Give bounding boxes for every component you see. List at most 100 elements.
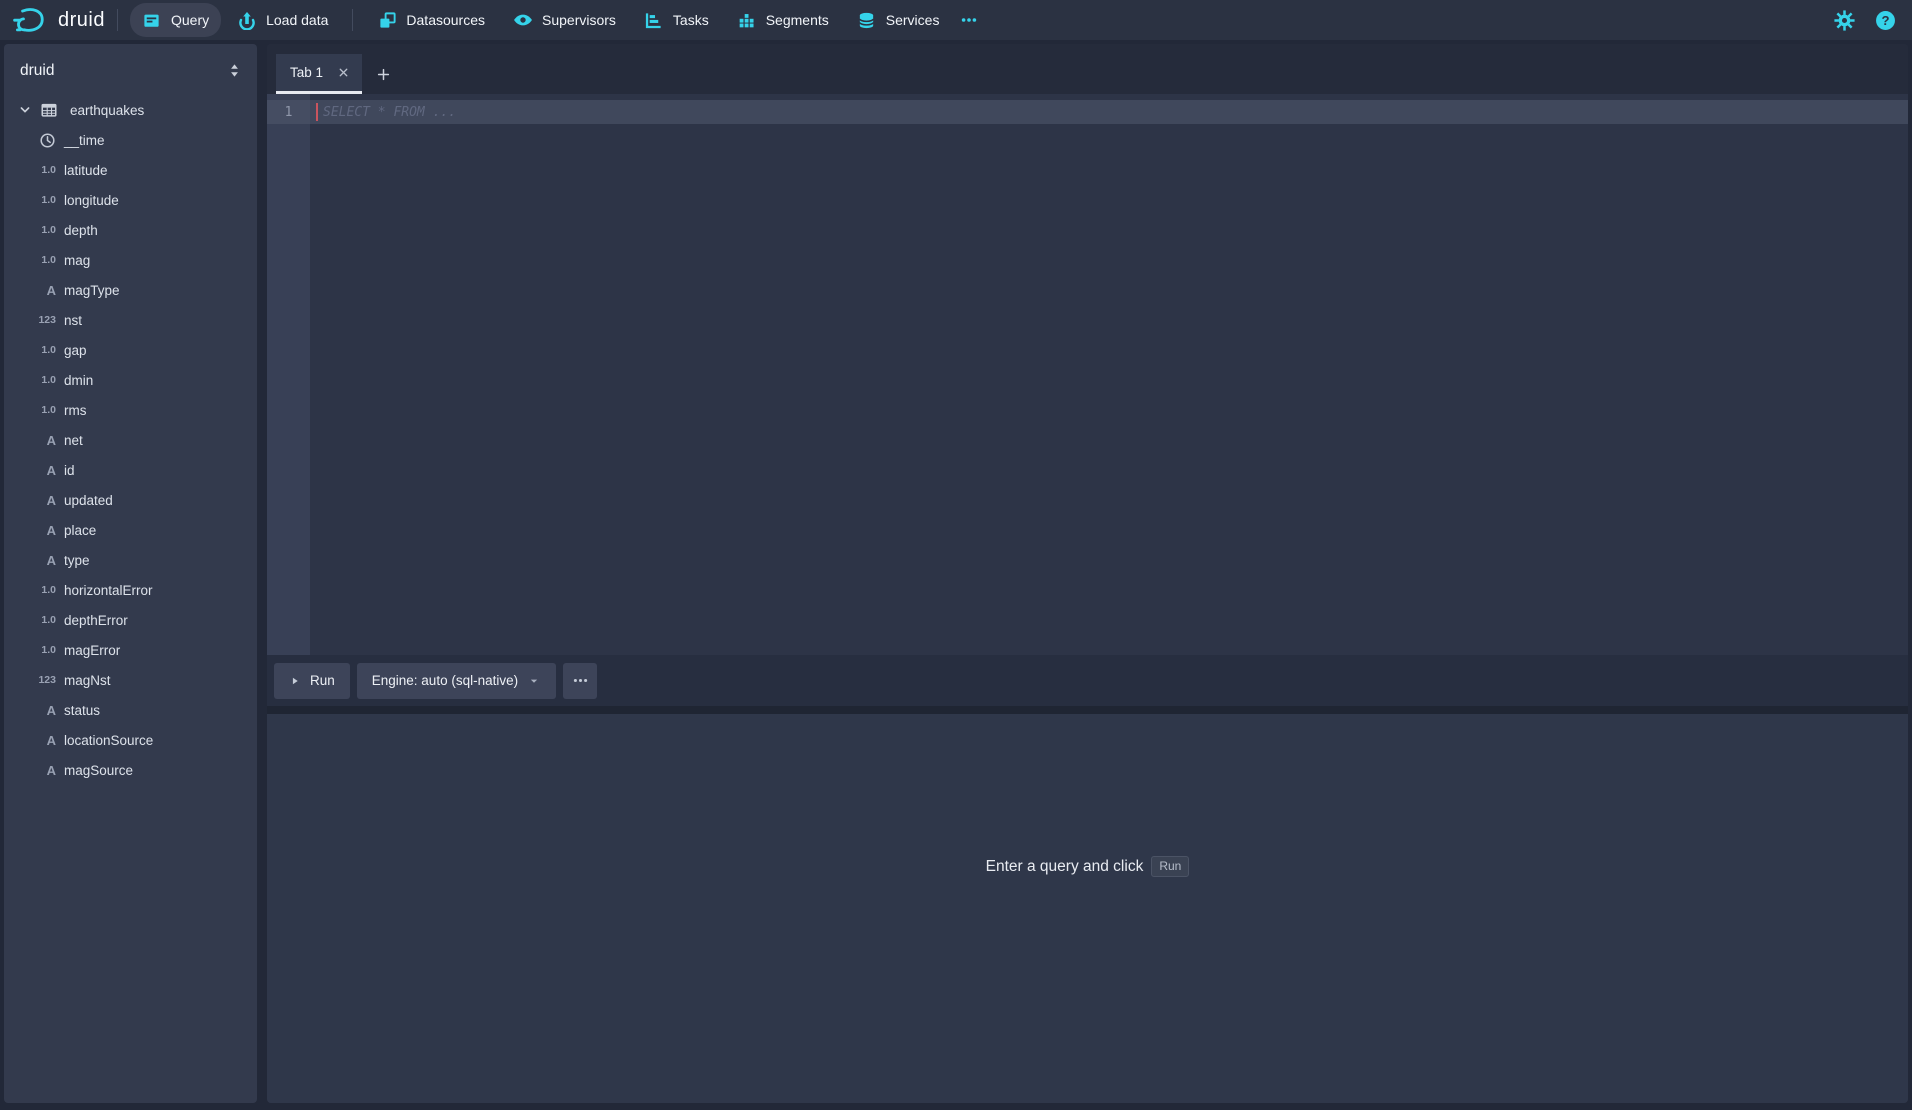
nav-item-segments[interactable]: Segments xyxy=(725,3,841,37)
nav-items-primary: QueryLoad data xyxy=(130,3,340,37)
more-menu-button[interactable] xyxy=(957,8,981,32)
nav-item-supervisors[interactable]: Supervisors xyxy=(501,3,628,37)
help-button[interactable]: ? xyxy=(1873,8,1898,33)
column-name: depthError xyxy=(64,613,128,628)
upload-icon xyxy=(237,10,257,30)
type-badge-float: 1.0 xyxy=(36,614,56,626)
nav-right-controls: ? xyxy=(1832,8,1898,33)
content-area: druid xyxy=(0,40,1912,1110)
column-item-magNst[interactable]: 123magNst xyxy=(4,665,257,695)
column-item-latitude[interactable]: 1.0 latitude xyxy=(4,155,257,185)
schema-title: druid xyxy=(20,62,54,80)
type-badge-string: A xyxy=(36,703,56,718)
table-name: earthquakes xyxy=(70,103,144,118)
column-item-__time[interactable]: __time xyxy=(4,125,257,155)
nav-item-datasources[interactable]: Datasources xyxy=(365,3,497,37)
column-name: nst xyxy=(64,313,82,328)
add-tab-button[interactable] xyxy=(362,54,404,94)
column-name: mag xyxy=(64,253,90,268)
results-panel: Enter a query and click Run xyxy=(267,714,1908,1103)
nav-items-secondary: DatasourcesSupervisorsTasksSegmentsServi… xyxy=(365,3,951,37)
type-badge-long: 123 xyxy=(36,674,56,686)
column-item-rms[interactable]: 1.0rms xyxy=(4,395,257,425)
query-workbench: Tab 1 1 SELECT * FROM ... xyxy=(267,44,1908,1103)
column-name: magError xyxy=(64,643,120,658)
gear-icon xyxy=(1834,10,1855,31)
run-button-label: Run xyxy=(310,673,335,688)
ellipsis-icon xyxy=(572,672,589,689)
column-item-magSource[interactable]: AmagSource xyxy=(4,755,257,785)
query-more-button[interactable] xyxy=(563,663,597,699)
column-item-mag[interactable]: 1.0 mag xyxy=(4,245,257,275)
panel-splitter[interactable] xyxy=(267,706,1908,714)
nav-item-tasks[interactable]: Tasks xyxy=(632,3,721,37)
engine-select[interactable]: Engine: auto (sql-native) xyxy=(357,663,556,699)
plus-icon xyxy=(376,67,391,82)
column-name: net xyxy=(64,433,83,448)
column-name: __time xyxy=(64,133,105,148)
table-item-earthquakes[interactable]: earthquakes xyxy=(4,95,257,125)
type-badge-float: 1.0 xyxy=(36,374,56,386)
tab-tab-1[interactable]: Tab 1 xyxy=(276,54,362,94)
column-item-type[interactable]: Atype xyxy=(4,545,257,575)
nav-item-load-data[interactable]: Load data xyxy=(225,3,340,37)
column-name: id xyxy=(64,463,75,478)
type-badge-float: 1.0 xyxy=(36,644,56,656)
type-badge-float: 1.0 xyxy=(36,164,56,176)
column-name: horizontalError xyxy=(64,583,153,598)
column-name: locationSource xyxy=(64,733,153,748)
column-item-locationSource[interactable]: AlocationSource xyxy=(4,725,257,755)
column-name: status xyxy=(64,703,100,718)
top-navbar: druid QueryLoad data DatasourcesSupervis… xyxy=(0,0,1912,40)
double-caret-vertical-icon xyxy=(226,62,243,79)
nav-separator xyxy=(352,9,353,31)
column-item-id[interactable]: Aid xyxy=(4,455,257,485)
type-badge-string: A xyxy=(36,733,56,748)
segments-icon xyxy=(737,10,757,30)
svg-text:?: ? xyxy=(1881,12,1889,27)
column-name: magType xyxy=(64,283,120,298)
column-item-horizontalError[interactable]: 1.0horizontalError xyxy=(4,575,257,605)
column-item-magError[interactable]: 1.0 magError xyxy=(4,635,257,665)
schema-sidebar: druid xyxy=(4,44,257,1103)
datasources-icon xyxy=(377,10,397,30)
close-icon[interactable] xyxy=(335,64,352,81)
druid-console: druid QueryLoad data DatasourcesSupervis… xyxy=(0,0,1912,1110)
line-number: 1 xyxy=(267,100,310,124)
column-item-longitude[interactable]: 1.0longitude xyxy=(4,185,257,215)
sort-control[interactable] xyxy=(224,60,245,81)
column-item-dmin[interactable]: 1.0dmin xyxy=(4,365,257,395)
run-button[interactable]: Run xyxy=(274,663,350,699)
type-badge-long: 123 xyxy=(36,314,56,326)
type-badge-float: 1.0 xyxy=(36,194,56,206)
nav-item-query[interactable]: Query xyxy=(130,3,221,37)
eye-icon xyxy=(513,10,533,30)
column-name: depth xyxy=(64,223,98,238)
column-item-depth[interactable]: 1.0depth xyxy=(4,215,257,245)
column-item-magType[interactable]: AmagType xyxy=(4,275,257,305)
column-item-gap[interactable]: 1.0gap xyxy=(4,335,257,365)
column-item-nst[interactable]: 123 nst xyxy=(4,305,257,335)
type-badge-float: 1.0 xyxy=(36,254,56,266)
column-item-place[interactable]: Aplace xyxy=(4,515,257,545)
column-item-status[interactable]: Astatus xyxy=(4,695,257,725)
caret-down-icon xyxy=(527,674,541,688)
database-icon xyxy=(857,10,877,30)
column-list: __time1.0latitude1.0longitude1.0depth1.0… xyxy=(4,125,257,785)
column-item-updated[interactable]: Aupdated xyxy=(4,485,257,515)
settings-button[interactable] xyxy=(1832,8,1857,33)
nav-item-services[interactable]: Services xyxy=(845,3,952,37)
query-editor[interactable]: 1 SELECT * FROM ... xyxy=(267,94,1908,655)
table-icon xyxy=(40,101,58,119)
column-item-net[interactable]: Anet xyxy=(4,425,257,455)
druid-logo[interactable]: druid xyxy=(12,5,105,35)
column-item-depthError[interactable]: 1.0 depthError xyxy=(4,605,257,635)
column-name: latitude xyxy=(64,163,108,178)
chevron-down-icon xyxy=(17,102,33,118)
clock-icon xyxy=(36,132,56,149)
empty-results-message: Enter a query and click Run xyxy=(986,856,1190,877)
tab-strip: Tab 1 xyxy=(267,44,1908,94)
text-cursor xyxy=(316,103,318,121)
type-badge-string: A xyxy=(36,763,56,778)
run-toolbar: Run Engine: auto (sql-native) xyxy=(267,655,1908,706)
